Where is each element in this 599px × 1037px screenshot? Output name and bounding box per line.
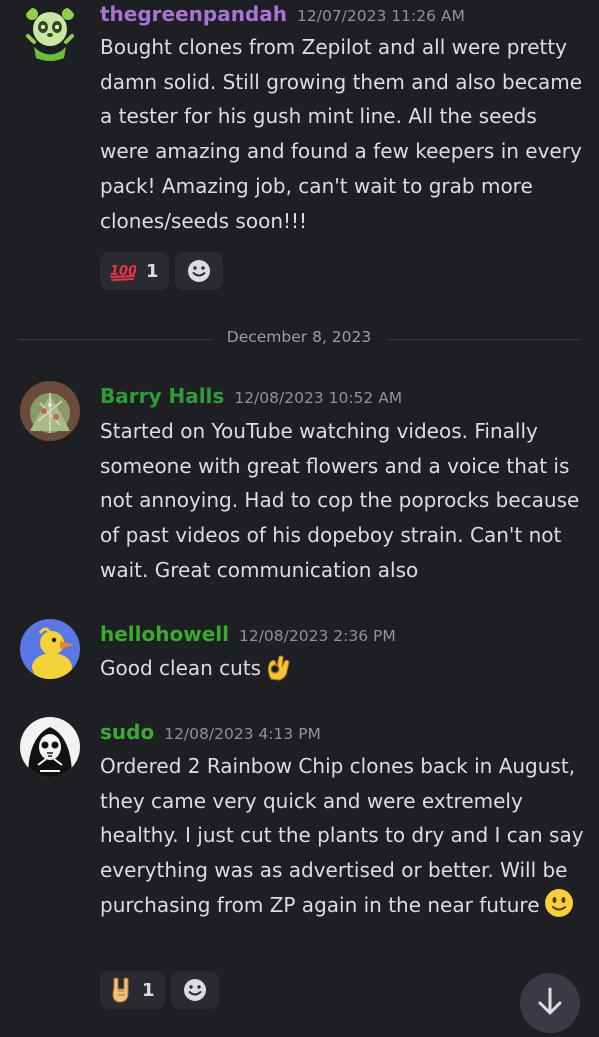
- message-text-content: Good clean cuts: [100, 656, 262, 680]
- add-emoji-icon: [187, 260, 210, 282]
- username[interactable]: Barry Halls: [100, 384, 224, 408]
- message-text: Good clean cuts: [100, 651, 590, 692]
- reaction-hundred-points[interactable]: 100 1: [100, 252, 169, 290]
- username[interactable]: sudo: [100, 720, 154, 744]
- ok-hand-icon: [265, 653, 291, 692]
- cannabis-bud-avatar-icon: [20, 381, 80, 441]
- timestamp: 12/08/2023 10:52 AM: [234, 389, 403, 407]
- panda-avatar-icon: [20, 2, 80, 62]
- message-text: Ordered 2 Rainbow Chip clones back in Au…: [100, 749, 590, 929]
- duck-avatar-icon: [20, 619, 80, 679]
- avatar[interactable]: [20, 381, 80, 441]
- avatar[interactable]: [20, 717, 80, 777]
- message-text: Bought clones from Zepilot and all were …: [100, 35, 583, 233]
- message-text-content: Ordered 2 Rainbow Chip clones back in Au…: [100, 754, 584, 917]
- skeleton-avatar-icon: [20, 717, 80, 777]
- slightly-smiling-face-icon: [544, 888, 574, 929]
- avatar[interactable]: [20, 619, 80, 679]
- reaction-bar: 1: [100, 971, 219, 1011]
- timestamp: 12/08/2023 4:13 PM: [164, 725, 321, 743]
- reaction-count: 1: [142, 979, 155, 1001]
- arrow-down-icon: [538, 987, 562, 1015]
- add-emoji-icon: [183, 979, 206, 1001]
- reaction-bar: 100 1: [100, 252, 223, 292]
- add-reaction-button[interactable]: [174, 252, 223, 290]
- username[interactable]: thegreenpandah: [100, 2, 287, 26]
- reaction-rock-on[interactable]: 1: [100, 971, 165, 1009]
- date-divider-label: December 8, 2023: [220, 328, 378, 346]
- scroll-to-bottom-button[interactable]: [520, 973, 580, 1033]
- hundred-points-icon: 100: [110, 264, 136, 281]
- avatar[interactable]: [20, 2, 80, 62]
- date-divider: December 8, 2023: [18, 326, 580, 354]
- timestamp: 12/07/2023 11:26 AM: [297, 7, 465, 25]
- add-reaction-button[interactable]: [170, 971, 219, 1009]
- reaction-count: 1: [146, 260, 159, 282]
- username[interactable]: hellohowell: [100, 622, 229, 646]
- rock-on-hand-icon: [112, 977, 129, 1003]
- timestamp: 12/08/2023 2:36 PM: [238, 627, 396, 645]
- message-text: Started on YouTube watching videos. Fina…: [100, 419, 580, 582]
